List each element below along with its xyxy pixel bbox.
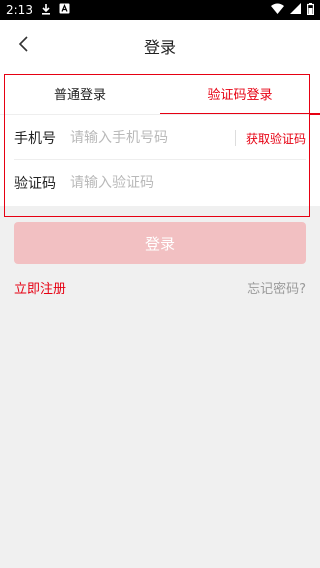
a-badge-icon	[59, 3, 70, 17]
tab-code-login[interactable]: 验证码登录	[160, 72, 320, 114]
forgot-password-link[interactable]: 忘记密码?	[247, 278, 306, 297]
page-title: 登录	[143, 38, 176, 57]
login-button[interactable]: 登录	[14, 222, 306, 264]
back-button[interactable]	[10, 34, 38, 58]
highlight-pointer	[310, 114, 320, 115]
get-code-button[interactable]: 获取验证码	[246, 130, 306, 147]
login-tabs: 普通登录 验证码登录	[0, 72, 320, 114]
field-separator	[234, 130, 236, 146]
tab-normal-login[interactable]: 普通登录	[0, 72, 160, 114]
signal-icon	[290, 3, 301, 17]
phone-row: 手机号 获取验证码	[0, 115, 320, 161]
app-header: 登录	[0, 20, 320, 72]
chevron-left-icon	[18, 36, 30, 56]
register-link[interactable]: 立即注册	[14, 278, 66, 297]
status-time: 2:13	[6, 3, 33, 17]
wifi-icon	[271, 3, 284, 17]
battery-icon	[307, 2, 315, 18]
code-label: 验证码	[14, 176, 56, 192]
code-input[interactable]	[70, 175, 306, 191]
download-icon	[41, 3, 51, 18]
phone-input[interactable]	[70, 130, 231, 146]
code-row: 验证码	[0, 160, 320, 206]
login-form-card: 普通登录 验证码登录 手机号 获取验证码 验证码	[0, 72, 320, 206]
status-bar: 2:13	[0, 0, 320, 20]
phone-label: 手机号	[14, 131, 56, 147]
